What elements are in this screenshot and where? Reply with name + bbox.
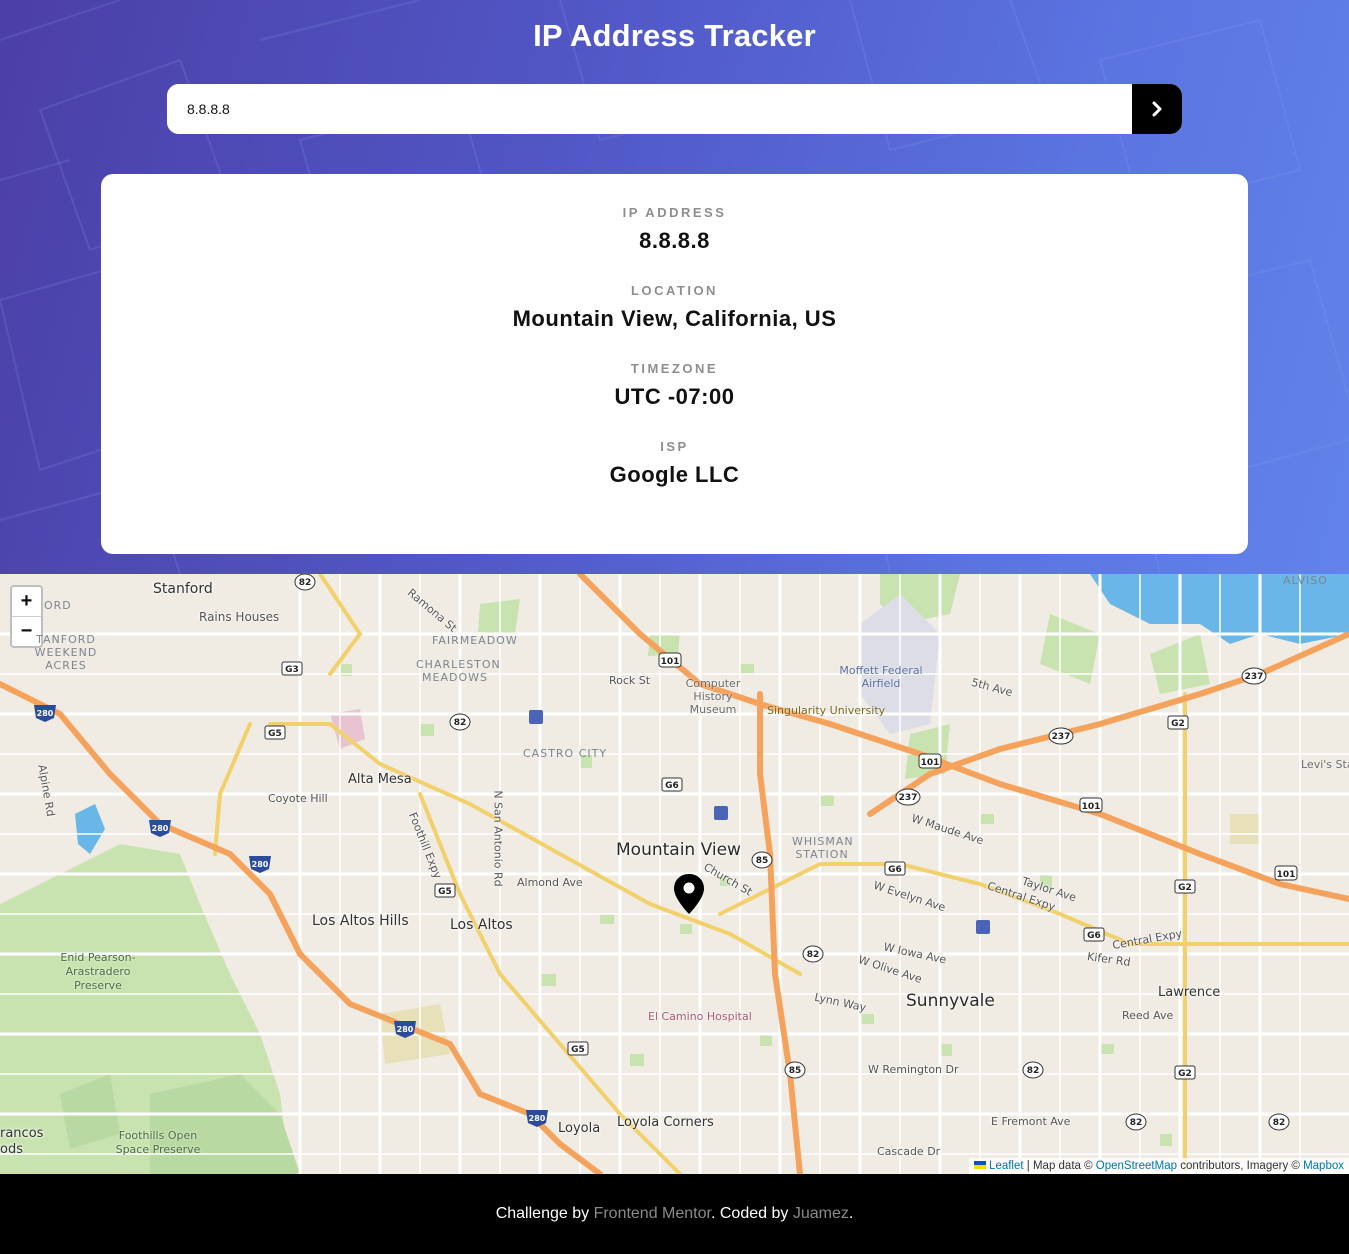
shield-text: 280 bbox=[152, 824, 169, 833]
map-label-place: Coyote Hill bbox=[268, 792, 328, 805]
map-label-street: W Remington Dr bbox=[868, 1063, 959, 1076]
openstreetmap-link[interactable]: OpenStreetMap bbox=[1096, 1160, 1177, 1172]
map-label-street: Reed Ave bbox=[1122, 1009, 1174, 1022]
shield-text: G5 bbox=[571, 1045, 585, 1055]
map-label-street: N San Antonio Rd bbox=[491, 790, 505, 887]
shield-text: G5 bbox=[438, 887, 452, 897]
map-label-city: Alta Mesa bbox=[348, 772, 412, 787]
map-label-city: Mountain View bbox=[616, 840, 741, 860]
shield-text: G5 bbox=[268, 729, 282, 739]
map-label-district: ORD bbox=[44, 599, 72, 612]
footer: Challenge by Frontend Mentor. Coded by J… bbox=[0, 1174, 1349, 1254]
map-label-poi: El Camino Hospital bbox=[648, 1010, 752, 1023]
shield-text: G3 bbox=[285, 665, 299, 675]
map-label-district: CHARLESTON MEADOWS bbox=[416, 658, 501, 684]
footer-text: . bbox=[848, 1205, 854, 1222]
mapbox-link[interactable]: Mapbox bbox=[1303, 1160, 1344, 1172]
leaflet-link[interactable]: Leaflet bbox=[989, 1160, 1024, 1172]
map-label-place: Rains Houses bbox=[199, 610, 280, 624]
map-label-street: E Fremont Ave bbox=[991, 1115, 1071, 1128]
frontend-mentor-link[interactable]: Frontend Mentor bbox=[594, 1205, 711, 1222]
shield-text: 101 bbox=[1277, 870, 1296, 880]
map-label-district: ALVISO bbox=[1283, 574, 1328, 587]
map-label-poi: Enid Pearson-Arastradero Preserve bbox=[60, 951, 136, 992]
shield-text: 85 bbox=[756, 856, 769, 866]
shield-text: 280 bbox=[397, 1025, 414, 1034]
footer-text: Challenge by bbox=[495, 1205, 590, 1222]
map-label-district: CASTRO CITY bbox=[523, 747, 608, 760]
map-label-poi: Computer History Museum bbox=[685, 677, 741, 716]
shield-text: 82 bbox=[1130, 1118, 1143, 1128]
footer-text: . Coded by bbox=[710, 1205, 789, 1222]
map-label-district: TANFORD WEEKEND ACRES bbox=[34, 633, 98, 672]
map-label-city: Los Altos bbox=[450, 917, 513, 933]
attribution-text: | Map data © bbox=[1026, 1160, 1093, 1172]
ip-search-form bbox=[167, 84, 1182, 134]
map[interactable]: 280 280 280 280 280 82 82 85 82 85 82 82… bbox=[0, 574, 1349, 1174]
map-label-poi: Levi's Sta bbox=[1301, 758, 1349, 771]
map-label-city: Stanford bbox=[153, 581, 213, 597]
search-submit-button[interactable] bbox=[1132, 84, 1182, 134]
shield-text: 82 bbox=[454, 718, 467, 728]
shield-text: 237 bbox=[1052, 732, 1071, 742]
shield-text: 280 bbox=[252, 860, 269, 869]
stat-isp: ISP Google LLC bbox=[101, 439, 1248, 488]
ukraine-flag-icon bbox=[974, 1161, 987, 1169]
shield-text: G2 bbox=[1178, 883, 1192, 893]
ip-search-input[interactable] bbox=[167, 84, 1132, 134]
ip-info-card: IP ADDRESS 8.8.8.8 LOCATION Mountain Vie… bbox=[101, 174, 1248, 554]
stat-timezone: TIMEZONE UTC -07:00 bbox=[101, 361, 1248, 410]
page-title: IP Address Tracker bbox=[533, 18, 816, 53]
shield-text: 237 bbox=[1245, 672, 1264, 682]
map-label-city: Sunnyvale bbox=[906, 991, 995, 1011]
stat-label: ISP bbox=[660, 439, 689, 454]
stat-ip-address: IP ADDRESS 8.8.8.8 bbox=[101, 205, 1248, 254]
shield-text: 82 bbox=[299, 578, 312, 588]
map-label-place: ods bbox=[0, 1142, 23, 1157]
shield-text: G6 bbox=[665, 781, 679, 791]
chevron-right-icon bbox=[1152, 101, 1162, 117]
shield-text: 82 bbox=[1027, 1066, 1040, 1076]
header: IP Address Tracker IP ADDRESS 8.8.8.8 LO… bbox=[0, 0, 1349, 574]
map-label-city: Loyola Corners bbox=[617, 1115, 714, 1130]
map-label-poi: Foothills Open Space Preserve bbox=[115, 1129, 201, 1156]
shield-text: 82 bbox=[807, 950, 820, 960]
shield-text: 280 bbox=[529, 1114, 546, 1123]
shield-text: 280 bbox=[37, 709, 54, 718]
shield-text: G6 bbox=[1087, 931, 1101, 941]
map-attribution: Leaflet | Map data © OpenStreetMap contr… bbox=[969, 1158, 1349, 1174]
zoom-in-button[interactable]: + bbox=[12, 587, 41, 616]
stat-value: UTC -07:00 bbox=[614, 384, 735, 409]
stat-value: 8.8.8.8 bbox=[639, 228, 710, 253]
stat-label: IP ADDRESS bbox=[622, 205, 727, 220]
author-link[interactable]: Juamez bbox=[793, 1205, 849, 1222]
map-label-city: Los Altos Hills bbox=[312, 913, 409, 929]
map-label-district: FAIRMEADOW bbox=[432, 634, 518, 647]
shield-text: 101 bbox=[1082, 802, 1101, 812]
shield-text: 82 bbox=[1273, 1118, 1286, 1128]
attribution-text: contributors, Imagery © bbox=[1180, 1160, 1300, 1172]
map-label-street: Almond Ave bbox=[517, 876, 583, 889]
stat-label: TIMEZONE bbox=[630, 361, 719, 376]
stat-label: LOCATION bbox=[631, 283, 718, 298]
map-label-street: Cascade Dr bbox=[877, 1145, 941, 1158]
map-label-poi: Singularity University bbox=[767, 704, 886, 717]
map-pin-icon[interactable] bbox=[672, 873, 706, 915]
map-label-city: Lawrence bbox=[1158, 985, 1221, 1000]
shield-text: G2 bbox=[1171, 719, 1185, 729]
shield-text: G6 bbox=[888, 865, 902, 875]
map-label-place: rancos bbox=[0, 1126, 44, 1141]
stat-location: LOCATION Mountain View, California, US bbox=[101, 283, 1248, 332]
map-label-street: Rock St bbox=[609, 674, 651, 687]
stat-value: Google LLC bbox=[609, 462, 740, 487]
shield-text: 237 bbox=[899, 793, 918, 803]
shield-text: 101 bbox=[921, 758, 940, 768]
map-label-city: Loyola bbox=[558, 1121, 601, 1136]
shield-text: 85 bbox=[789, 1066, 802, 1076]
shield-text: G2 bbox=[1178, 1069, 1192, 1079]
stat-value: Mountain View, California, US bbox=[512, 306, 837, 331]
shield-text: 101 bbox=[661, 657, 680, 667]
map-label-poi: Moffett Federal Airfield bbox=[839, 664, 923, 690]
map-label-district: WHISMAN STATION bbox=[792, 835, 854, 861]
